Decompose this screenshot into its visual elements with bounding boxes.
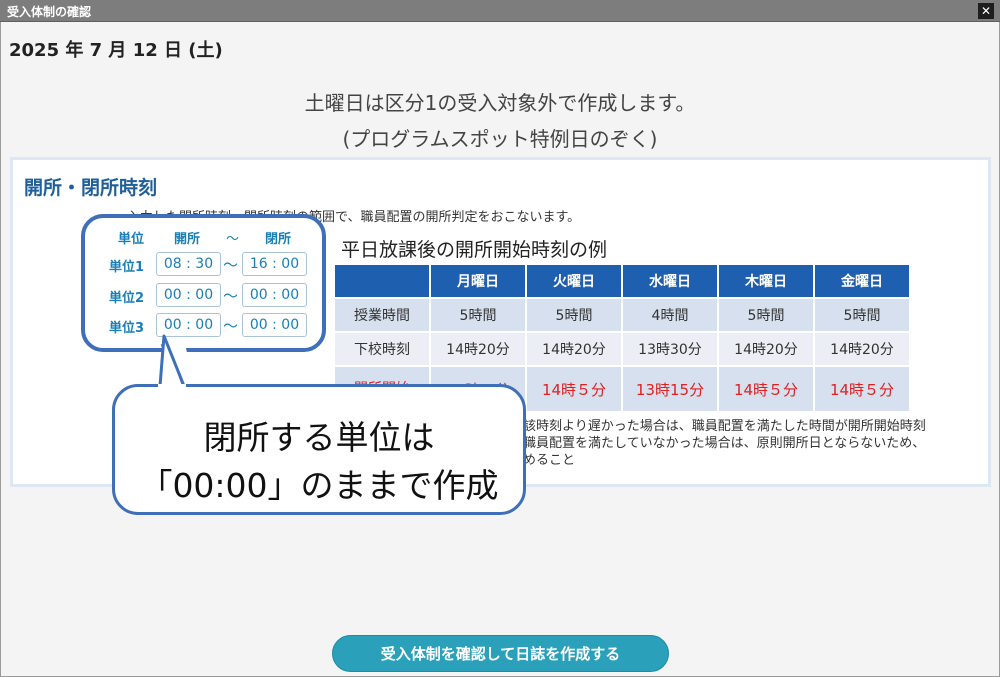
example-table-title: 平日放課後の開所開始時刻の例: [341, 239, 608, 261]
table-header-row: 月曜日 火曜日 水曜日 木曜日 金曜日: [335, 265, 909, 297]
unit2-close-input[interactable]: 00 : 00: [242, 283, 307, 307]
unit3-close-input[interactable]: 00 : 00: [242, 313, 307, 337]
header-tilde: ～: [226, 232, 240, 247]
table-cell: 14時５分: [527, 367, 621, 411]
speech-line-1: 閉所する単位は: [203, 418, 435, 457]
table-cell: 5時間: [527, 299, 621, 331]
confirm-and-create-button[interactable]: 受入体制を確認して日誌を作成する: [332, 635, 669, 672]
table-cell: 14時20分: [527, 333, 621, 365]
table-corner: [335, 265, 429, 297]
table-header-cell: 火曜日: [527, 265, 621, 297]
page-date: 2025 年 7 月 12 日 (土): [9, 40, 223, 61]
row-label: 下校時刻: [335, 333, 429, 365]
notice-line-2: (プログラムスポット特例日のぞく): [342, 127, 658, 151]
header-close: 閉所: [265, 232, 292, 247]
table-cell: 5時間: [815, 299, 909, 331]
table-cell: 13時15分: [623, 367, 717, 411]
unit1-tilde: ～: [223, 256, 239, 274]
speech-bubble: 閉所する単位は 「00:00」のままで作成: [112, 384, 526, 515]
speech-line-2: 「00:00」のままで作成: [139, 466, 499, 505]
table-note-line: 職員配置を満たしていなかった場合は、原則開所日とならないため、: [523, 436, 926, 451]
header-open: 開所: [174, 232, 201, 247]
section-title: 開所・閉所時刻: [24, 177, 158, 199]
unit1-open-input[interactable]: 08 : 30: [156, 252, 221, 276]
table-row: 下校時刻 14時20分 14時20分 13時30分 14時20分 14時20分: [335, 333, 909, 365]
unit2-tilde: ～: [223, 287, 239, 305]
table-note: 該時刻より遅かった場合は、職員配置を満たした時間が開所開始時刻 職員配置を満たし…: [523, 418, 926, 469]
table-cell: 14時５分: [719, 367, 813, 411]
table-row: 授業時間 5時間 5時間 4時間 5時間 5時間: [335, 299, 909, 331]
table-cell: 14時20分: [719, 333, 813, 365]
table-header-cell: 水曜日: [623, 265, 717, 297]
unit1-close-input[interactable]: 16 : 00: [242, 252, 307, 276]
table-cell: 5時間: [431, 299, 525, 331]
table-cell: 14時20分: [815, 333, 909, 365]
table-header-cell: 金曜日: [815, 265, 909, 297]
close-icon[interactable]: ✕: [978, 3, 994, 19]
unit1-label: 単位1: [109, 260, 145, 275]
table-note-line: 該時刻より遅かった場合は、職員配置を満たした時間が開所開始時刻: [523, 419, 926, 434]
hours-input-callout: 単位 開所 ～ 閉所 単位1 08 : 30 ～ 16 : 00 単位2 00 …: [81, 214, 326, 352]
table-cell: 14時５分: [815, 367, 909, 411]
unit3-tilde: ～: [223, 317, 239, 335]
table-cell: 13時30分: [623, 333, 717, 365]
table-cell: 5時間: [719, 299, 813, 331]
table-note-line: めること: [523, 453, 576, 468]
speech-pointer: [158, 334, 186, 390]
unit2-open-input[interactable]: 00 : 00: [156, 283, 221, 307]
table-header-cell: 月曜日: [431, 265, 525, 297]
window-title: 受入体制の確認: [7, 5, 92, 19]
table-cell: 14時20分: [431, 333, 525, 365]
unit2-label: 単位2: [109, 291, 145, 306]
title-bar: 受入体制の確認 ✕: [0, 0, 1000, 22]
notice-line-1: 土曜日は区分1の受入対象外で作成します。: [304, 91, 696, 115]
row-label: 授業時間: [335, 299, 429, 331]
table-cell: 4時間: [623, 299, 717, 331]
header-unit: 単位: [118, 232, 145, 247]
table-header-cell: 木曜日: [719, 265, 813, 297]
